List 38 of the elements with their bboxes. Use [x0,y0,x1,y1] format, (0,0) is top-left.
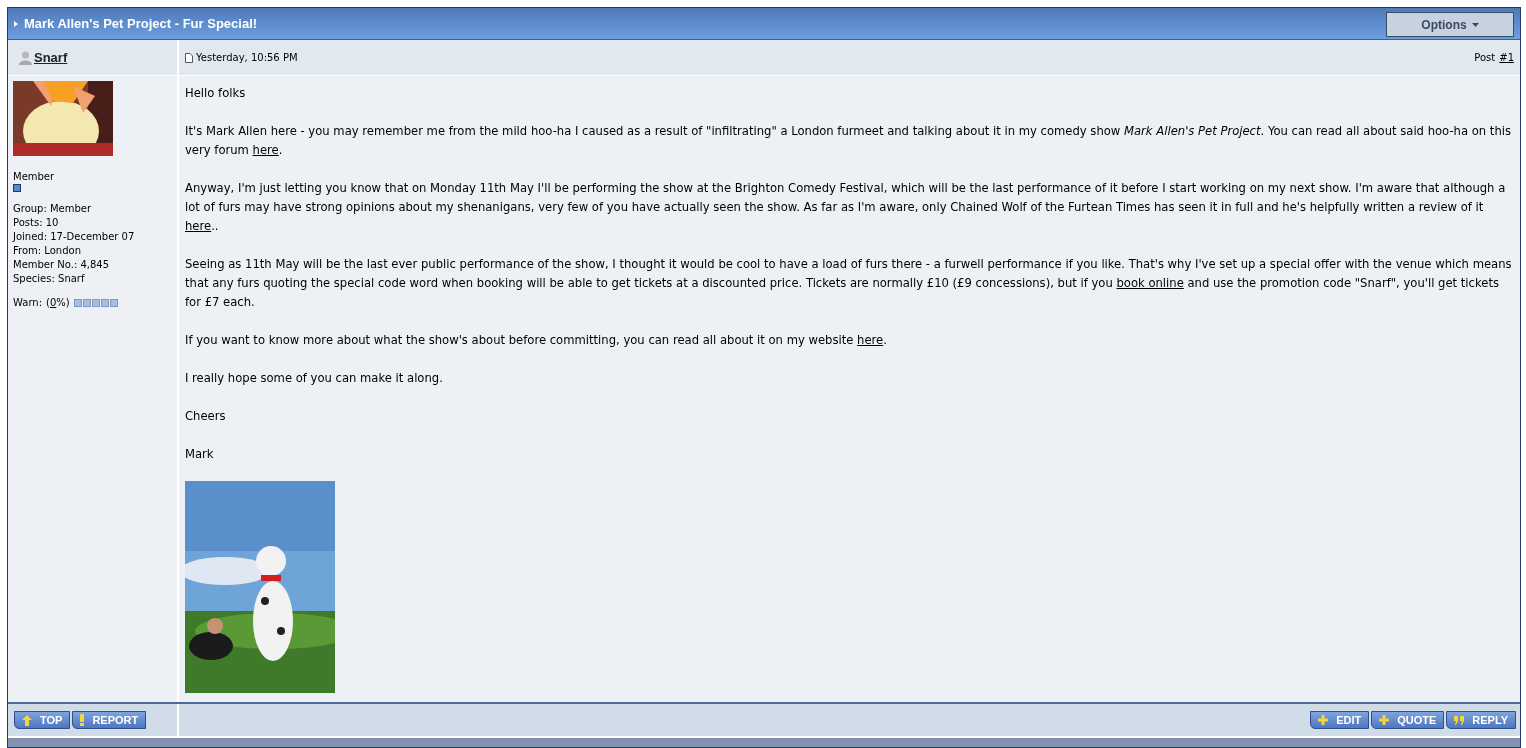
rank-pip-icon [13,184,21,192]
post-link[interactable]: here [252,143,279,157]
caret-icon [14,20,18,27]
post-paragraph: If you want to know more about what the show's about before committing, you can read all about it on my website here. [185,332,888,349]
post-link[interactable]: book online [1116,276,1184,290]
post-paragraph: I really hope some of you can make it along. [185,370,444,387]
plus-icon [1318,715,1329,725]
options-button[interactable]: Options [1386,12,1514,37]
post-paragraph: Anyway, I'm just letting you know that on Monday 11th May I'll be performing the show at the Brighton Comedy Festival, which will be the last performance of it before I start working on my next show. I'm aware that although a lot of furs may have strong opinions about my shenanigans, very few of you have actually seen the show. As far as I'm aware, only Chained Wolf of the Furtean Times has seen it in full and he's helpfully written a review of it here.. [185,180,1507,235]
user-detail: Member No.: 4,845 [13,258,111,272]
user-icon [19,50,32,65]
user-detail: Group: Member [13,202,93,216]
user-detail: Posts: 10 [13,216,60,230]
user-detail: Species: Snarf [13,272,86,286]
post-label: Post [1474,51,1496,65]
post-link[interactable]: here [185,219,212,233]
user-rank: Member [13,170,56,184]
post-paragraph: Cheers [185,408,227,425]
exclamation-icon [80,714,85,726]
user-detail: From: London [13,244,82,258]
post-date: Yesterday, 10:56 PM [196,51,298,65]
author-link[interactable]: Snarf [34,47,68,68]
post-paragraph: It's Mark Allen here - you may remember me from the mild hoo-ha I caused as a result of "infiltrating" a London furmeet and talking about it in my comedy show Mark Allen's Pet Project. You can read all about said hoo-ha on this very forum here. [185,123,1512,159]
post-paragraph: Mark [185,446,215,463]
arrow-up-icon [22,714,32,726]
warn-meter-icon [73,299,118,307]
caret-down-icon [1471,22,1479,27]
post-link[interactable]: here [857,333,884,347]
post-paragraph: Seeing as 11th May will be the last ever public performance of the show, I thought it would be cool to have a load of furs there - a furwell performance if you like. That's why I've set up a special offer with the venue which means that any furs quoting the special code word when booking will be able to get tickets at a discounted price. Tickets are normally £10 (£9 concessions), but if you book online and use the promotion code "Snarf", you'll get tickets for £7 each. [185,256,1512,311]
plus-icon [1379,715,1390,725]
document-icon [185,52,193,63]
warn-label: Warn: [13,296,43,310]
warn-percent: (0%) [46,296,70,310]
thread-title: Mark Allen's Pet Project - Fur Special! [24,14,258,33]
post-paragraph: Hello folks [185,85,247,102]
post-number-link[interactable]: #1 [1499,50,1514,65]
user-detail: Joined: 17-December 07 [13,230,136,244]
quote-icon [1454,715,1465,725]
